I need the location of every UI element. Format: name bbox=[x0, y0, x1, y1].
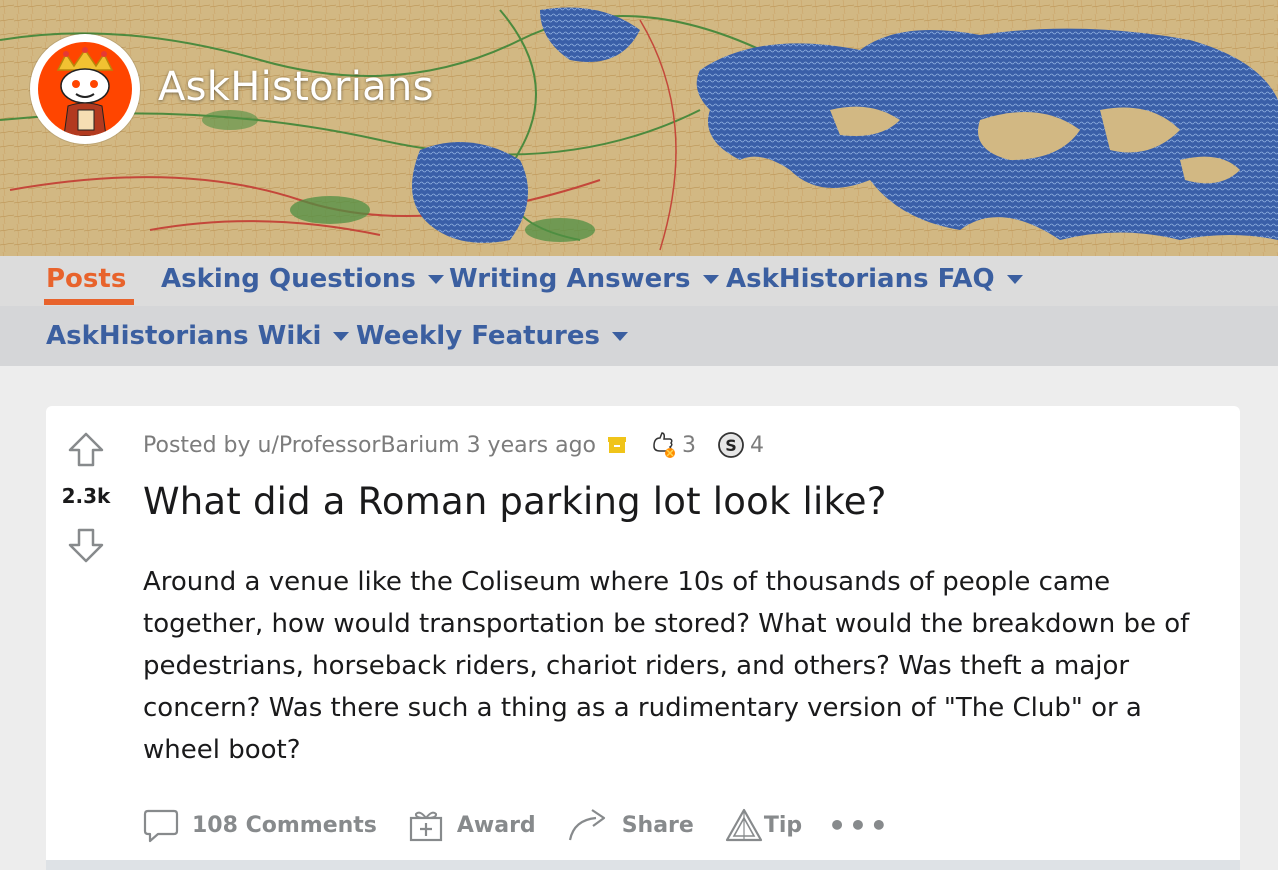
post-card-footer-edge bbox=[46, 860, 1240, 870]
upvote-arrow-icon bbox=[68, 432, 104, 467]
helpful-award-icon[interactable] bbox=[648, 430, 678, 460]
share-button[interactable]: Share bbox=[566, 806, 694, 844]
post-actions-bar: 108 Comments Award Share Tip ••• bbox=[142, 800, 891, 850]
subreddit-banner: AskHistorians bbox=[0, 0, 1278, 256]
downvote-button[interactable] bbox=[66, 525, 106, 565]
tab-writing-answers-label: Writing Answers bbox=[449, 264, 691, 294]
tab-askhistorians-faq[interactable]: AskHistorians FAQ bbox=[726, 264, 1023, 294]
chevron-down-icon bbox=[333, 332, 350, 341]
comments-button[interactable]: 108 Comments bbox=[142, 806, 377, 844]
tip-button-label: Tip bbox=[763, 812, 803, 838]
tab-weekly-features[interactable]: Weekly Features bbox=[356, 321, 628, 351]
silver-award-icon[interactable]: S bbox=[716, 430, 746, 460]
post-author-and-time[interactable]: Posted by u/ProfessorBarium 3 years ago bbox=[143, 433, 596, 458]
tip-triangle-icon bbox=[725, 808, 762, 842]
tab-asking-questions[interactable]: Asking Questions bbox=[161, 264, 444, 294]
subreddit-name[interactable]: AskHistorians bbox=[158, 64, 434, 110]
tab-askhistorians-faq-label: AskHistorians FAQ bbox=[726, 264, 995, 294]
tab-asking-questions-label: Asking Questions bbox=[161, 264, 416, 294]
share-arrow-icon bbox=[568, 809, 605, 841]
tab-askhistorians-wiki-label: AskHistorians Wiki bbox=[46, 321, 322, 351]
award-button-label: Award bbox=[456, 812, 536, 838]
silver-award-count: 4 bbox=[750, 432, 764, 458]
award-button[interactable]: Award bbox=[407, 806, 536, 844]
medieval-map-image bbox=[0, 0, 1278, 256]
chevron-down-icon bbox=[427, 275, 444, 284]
tip-button[interactable]: Tip bbox=[724, 806, 802, 844]
chevron-down-icon bbox=[1006, 275, 1023, 284]
tab-posts[interactable]: Posts bbox=[46, 264, 126, 294]
post-body: Around a venue like the Coliseum where 1… bbox=[143, 567, 1190, 765]
comments-button-label: 108 Comments bbox=[192, 812, 377, 838]
upvote-button[interactable] bbox=[66, 430, 106, 470]
tab-askhistorians-wiki[interactable]: AskHistorians Wiki bbox=[46, 321, 350, 351]
more-options-button[interactable]: ••• bbox=[828, 809, 891, 842]
snoo-king-avatar-icon bbox=[38, 42, 132, 136]
post-meta: Posted by u/ProfessorBarium 3 years ago … bbox=[143, 430, 764, 460]
helpful-award-count: 3 bbox=[682, 432, 696, 458]
chevron-down-icon bbox=[702, 275, 719, 284]
vote-count: 2.3k bbox=[61, 484, 111, 508]
svg-text:S: S bbox=[725, 436, 737, 455]
tab-posts-active-indicator bbox=[44, 299, 134, 305]
chevron-down-icon bbox=[611, 332, 628, 341]
tab-writing-answers[interactable]: Writing Answers bbox=[449, 264, 719, 294]
archive-icon bbox=[608, 437, 626, 453]
tab-weekly-features-label: Weekly Features bbox=[356, 321, 600, 351]
gift-icon bbox=[409, 811, 442, 842]
post-title[interactable]: What did a Roman parking lot look like? bbox=[143, 480, 887, 523]
downvote-arrow-icon bbox=[68, 528, 104, 563]
share-button-label: Share bbox=[621, 812, 694, 838]
subreddit-avatar[interactable] bbox=[30, 34, 140, 144]
comment-icon bbox=[143, 809, 179, 843]
